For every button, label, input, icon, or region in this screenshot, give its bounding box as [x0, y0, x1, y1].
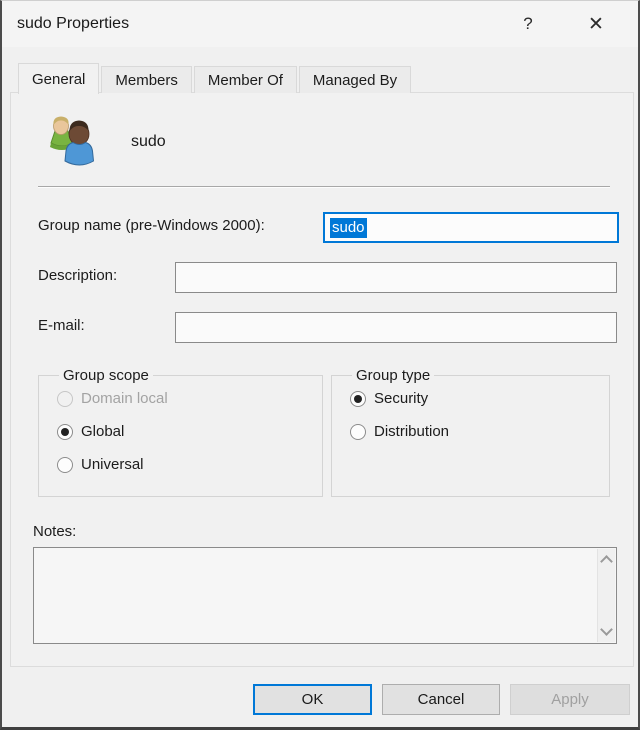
window-title: sudo Properties [17, 15, 130, 32]
close-icon: ✕ [588, 13, 604, 35]
chevron-down-icon [600, 623, 613, 636]
separator-line [38, 186, 610, 188]
notes-textarea[interactable] [33, 547, 617, 644]
ok-button[interactable]: OK [253, 684, 372, 715]
help-button[interactable]: ? [506, 1, 550, 47]
radio-security[interactable]: Security [350, 388, 609, 409]
notes-scrollbar[interactable] [597, 549, 615, 642]
scroll-down-button[interactable] [598, 623, 615, 640]
email-input[interactable] [175, 312, 617, 343]
group-display-name: sudo [131, 133, 166, 150]
description-input[interactable] [175, 262, 617, 293]
close-button[interactable]: ✕ [574, 1, 618, 47]
notes-label: Notes: [33, 523, 77, 540]
group-type-legend: Group type [356, 367, 431, 384]
cancel-button[interactable]: Cancel [382, 684, 500, 715]
group-scope-legend: Group scope [63, 367, 149, 384]
tab-member-of[interactable]: Member Of [193, 66, 297, 93]
radio-circle-icon [350, 423, 366, 440]
two-users-group-icon [50, 116, 95, 166]
sudo-properties-dialog: sudo Properties ? ✕ General Members Memb… [0, 0, 640, 730]
chevron-up-icon [600, 555, 613, 568]
apply-button: Apply [510, 684, 630, 715]
help-icon: ? [523, 14, 533, 33]
group-scope-fieldset: Group scope Domain local Global Universa… [38, 367, 323, 497]
radio-circle-icon [57, 390, 73, 407]
radio-circle-icon [350, 390, 366, 407]
general-tab-page: sudo Group name (pre-Windows 2000): sudo… [10, 92, 634, 667]
group-name-input[interactable]: sudo [323, 212, 619, 243]
radio-circle-icon [57, 456, 73, 473]
tab-managed-by[interactable]: Managed By [298, 66, 412, 93]
scroll-up-button[interactable] [598, 551, 615, 568]
tab-strip: General Members Member Of Managed By [18, 63, 413, 94]
tab-members[interactable]: Members [101, 66, 192, 93]
radio-distribution[interactable]: Distribution [350, 421, 609, 442]
radio-circle-icon [57, 423, 73, 440]
radio-universal[interactable]: Universal [57, 454, 322, 475]
tab-general[interactable]: General [18, 63, 100, 94]
description-label: Description: [38, 267, 118, 284]
group-type-fieldset: Group type Security Distribution [331, 367, 610, 497]
radio-global[interactable]: Global [57, 421, 322, 442]
selected-text: sudo [330, 217, 367, 238]
radio-domain-local: Domain local [57, 388, 322, 409]
email-label: E-mail: [38, 317, 85, 334]
title-bar: sudo Properties ? ✕ [2, 1, 638, 47]
group-name-label: Group name (pre-Windows 2000): [38, 217, 265, 234]
